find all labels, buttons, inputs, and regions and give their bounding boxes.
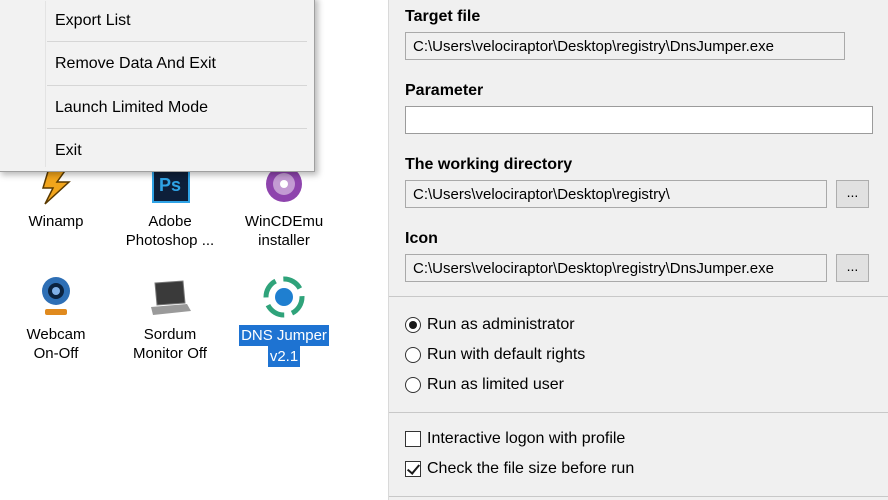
menu-item-launch-limited-mode[interactable]: Launch Limited Mode [0, 87, 314, 130]
radio-run-as-limited-user[interactable]: Run as limited user [405, 374, 564, 396]
menu-separator [47, 128, 307, 129]
menu-item-label: Launch Limited Mode [55, 99, 208, 116]
divider [389, 412, 888, 413]
working-directory-browse-button[interactable]: ... [836, 180, 869, 208]
parameter-label: Parameter [405, 82, 484, 99]
checkbox-unchecked-icon [405, 431, 421, 447]
menu-separator [47, 41, 307, 42]
divider [389, 496, 888, 497]
checkbox-label: Interactive logon with profile [427, 430, 626, 447]
parameter-input[interactable] [405, 106, 873, 134]
checkbox-check-file-size[interactable]: Check the file size before run [405, 458, 634, 480]
app-label: Photoshop ... [125, 232, 215, 249]
radio-unselected-icon [405, 377, 421, 393]
context-menu: Export List Remove Data And Exit Launch … [0, 0, 315, 172]
menu-separator [47, 85, 307, 86]
app-photoshop[interactable]: Ps Adobe Photoshop ... [122, 160, 218, 250]
icon-path-field[interactable]: C:\Users\velociraptor\Desktop\registry\D… [405, 254, 827, 282]
app-webcam-onoff[interactable]: Webcam On-Off [8, 273, 104, 363]
checkbox-label: Check the file size before run [427, 460, 635, 477]
checkbox-interactive-logon[interactable]: Interactive logon with profile [405, 428, 625, 450]
menu-item-exit[interactable]: Exit [0, 130, 314, 173]
radio-selected-icon [405, 317, 421, 333]
app-label: v2.1 [267, 346, 301, 367]
svg-text:Ps: Ps [159, 175, 181, 195]
icon-label: Icon [405, 230, 438, 247]
app-label: Webcam [26, 326, 86, 343]
radio-run-with-default-rights[interactable]: Run with default rights [405, 344, 585, 366]
radio-run-as-administrator[interactable]: Run as administrator [405, 314, 575, 336]
radio-label: Run as limited user [427, 376, 564, 393]
menu-item-label: Export List [55, 12, 131, 29]
app-label: Winamp [28, 213, 84, 230]
radio-label: Run with default rights [427, 346, 586, 363]
target-file-label: Target file [405, 8, 481, 25]
webcam-icon [31, 273, 81, 323]
app-label: Adobe [148, 213, 192, 230]
app-label: On-Off [33, 345, 79, 362]
app-label: DNS Jumper [239, 325, 329, 346]
radio-label: Run as administrator [427, 316, 575, 333]
target-file-field[interactable]: C:\Users\velociraptor\Desktop\registry\D… [405, 32, 845, 60]
working-directory-field[interactable]: C:\Users\velociraptor\Desktop\registry\ [405, 180, 827, 208]
app-label: Monitor Off [133, 345, 207, 362]
laptop-icon [145, 273, 195, 323]
menu-item-label: Remove Data And Exit [55, 55, 216, 72]
dns-jumper-icon [259, 273, 309, 323]
app-wincdemu[interactable]: WinCDEmu installer [236, 160, 332, 250]
app-sordum-monitor-off[interactable]: Sordum Monitor Off [122, 273, 218, 363]
working-directory-label: The working directory [405, 156, 573, 173]
app-dns-jumper[interactable]: DNS Jumper v2.1 [236, 273, 332, 367]
checkbox-checked-icon [405, 461, 421, 477]
menu-item-export-list[interactable]: Export List [0, 0, 314, 43]
icon-browse-button[interactable]: ... [836, 254, 869, 282]
settings-panel: Target file C:\Users\velociraptor\Deskto… [388, 0, 888, 500]
menu-item-label: Exit [55, 142, 82, 159]
menu-item-remove-data-and-exit[interactable]: Remove Data And Exit [0, 43, 314, 86]
desktop-icon-area: Winamp Ps Adobe Photoshop ... WinCDEmu i… [0, 0, 388, 500]
divider [389, 296, 888, 297]
app-label: WinCDEmu [244, 213, 324, 230]
app-label: installer [258, 232, 310, 249]
radio-unselected-icon [405, 347, 421, 363]
app-label: Sordum [143, 326, 197, 343]
